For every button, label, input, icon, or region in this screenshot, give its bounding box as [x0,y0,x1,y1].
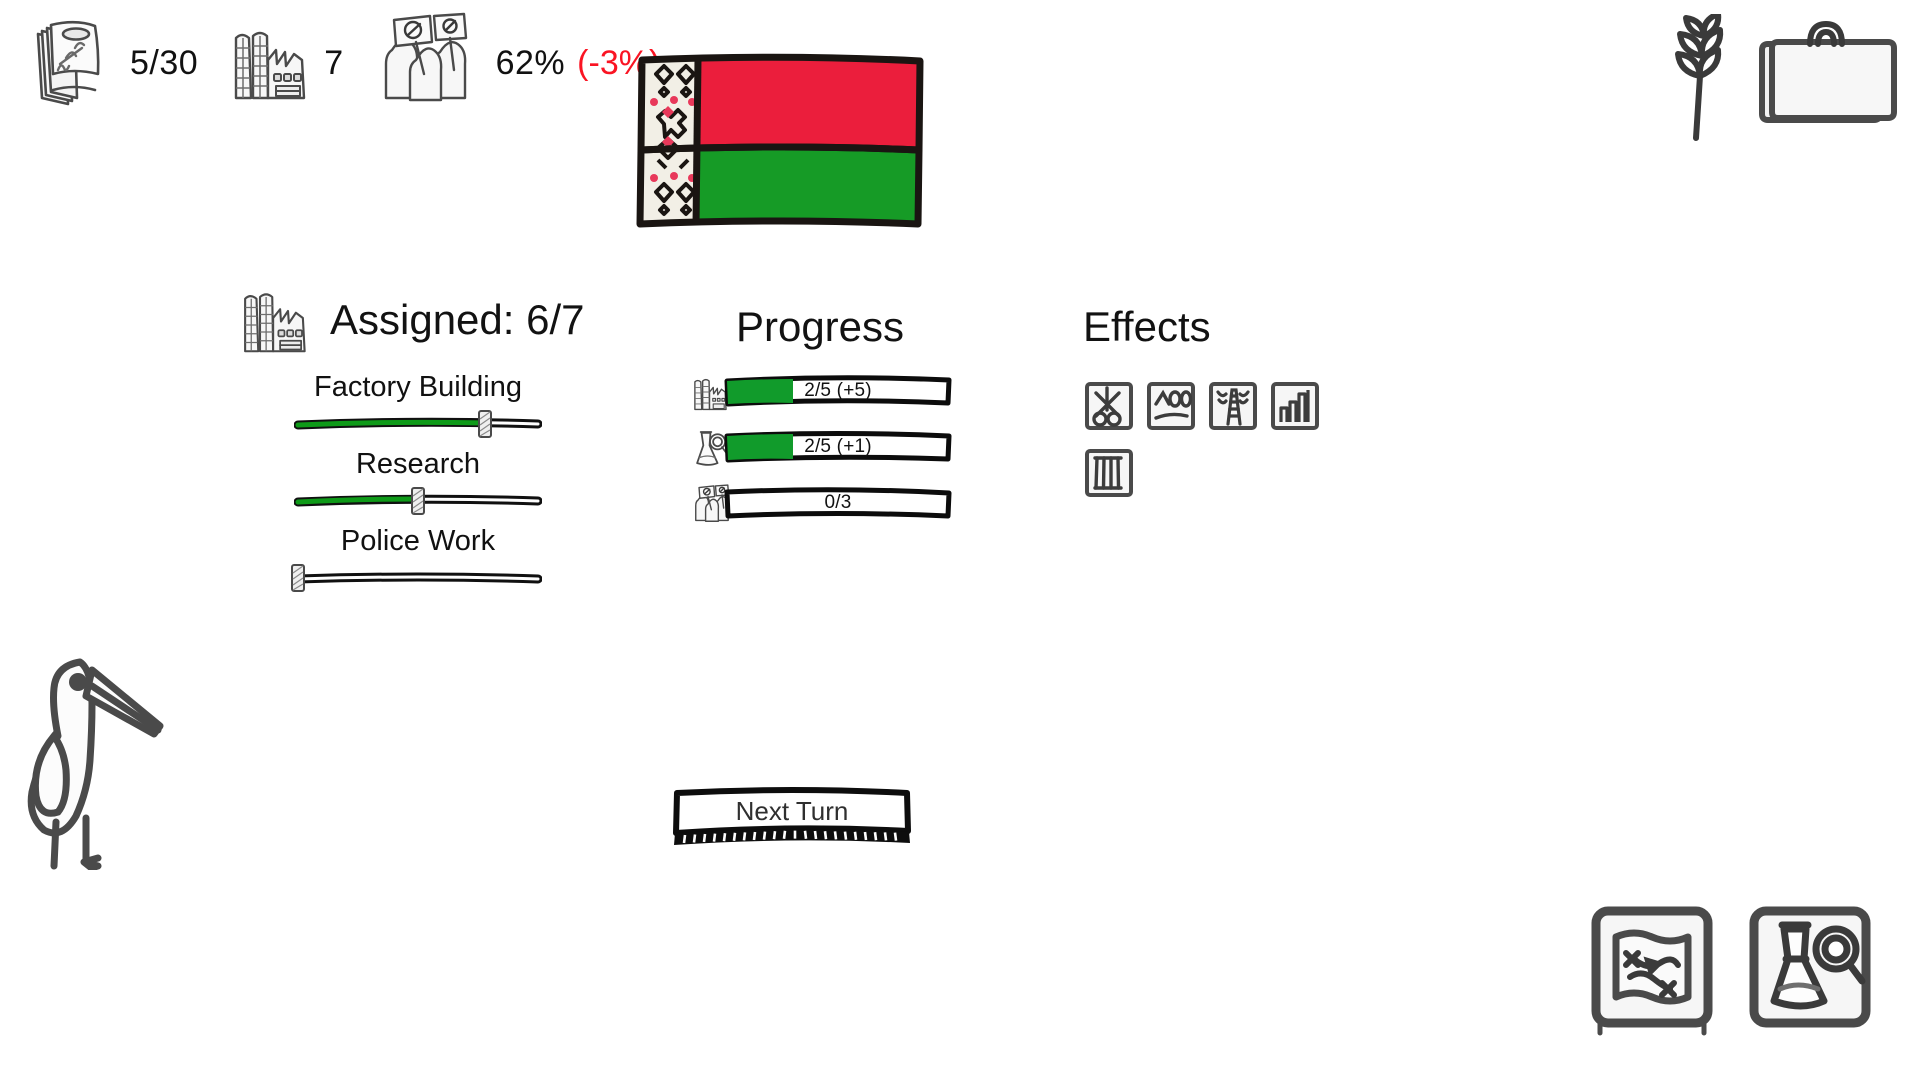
progress-row-factory[interactable]: 2/5 (+5) [690,370,952,414]
effects-panel: Effects [1083,306,1363,514]
slider-group-factory-building: Factory Building [228,370,608,439]
stork-illustration [18,640,198,875]
progress-value: 2/5 (+1) [804,436,872,457]
slider-thumb[interactable] [289,563,307,598]
effect-prison-icon[interactable] [1083,447,1135,504]
slider-label: Factory Building [314,371,522,403]
money-stack-icon [22,12,118,113]
effect-scissors-icon[interactable] [1083,380,1135,437]
factory-icon [226,12,312,113]
progress-row-research[interactable]: 2/5 (+1) [690,426,952,470]
wheat-icon[interactable] [1652,11,1742,149]
assigned-panel: Assigned: 6/7 Factory Building Research … [228,278,608,597]
progress-panel: Progress 2/5 (+5) 2/5 (+1) 0/3 [690,303,952,538]
research-icon[interactable] [1740,897,1880,1042]
progress-value: 2/5 (+5) [804,380,872,401]
progress-row-protest[interactable]: 0/3 [690,482,952,526]
slider-label: Police Work [340,525,496,557]
bottom-right-icon-group [1582,897,1880,1042]
game-screen: 5/30 7 62% (-3%) Assigned: 6/7 Factory B… [0,0,1920,1080]
resource-approval[interactable]: 62% (-3%) [372,12,660,113]
progress-value: 0/3 [824,492,852,513]
top-right-icon-group [1652,11,1898,149]
slider-research[interactable] [294,486,542,516]
protesters-icon [372,12,484,113]
resource-factories[interactable]: 7 [226,12,343,113]
assigned-title: Assigned: 6/7 [330,296,585,343]
approval-value: 62% [495,43,566,82]
effects-grid [1083,380,1351,514]
slider-group-research: Research [228,447,608,516]
slider-group-police-work: Police Work [228,524,608,593]
resource-bar: 5/30 7 62% (-3%) [22,12,660,113]
map-icon[interactable] [1582,897,1722,1042]
slider-thumb[interactable] [476,409,494,444]
slider-thumb[interactable] [409,486,427,521]
effect-tower-icon[interactable] [1207,380,1259,437]
effect-industry-icon[interactable] [1269,380,1321,437]
progress-title: Progress [735,303,905,350]
belarus-flag [636,52,926,237]
effect-hills-icon[interactable] [1145,380,1197,437]
resource-money[interactable]: 5/30 [22,12,198,113]
slider-police-work[interactable] [290,563,542,593]
next-turn-button[interactable]: Next Turn [667,785,917,849]
money-value: 5/30 [130,43,199,82]
slider-label: Research [355,448,481,480]
next-turn-label: Next Turn [735,795,849,826]
factories-value: 7 [324,43,344,82]
briefcase-icon[interactable] [1748,14,1898,139]
effects-title: Effects [1083,303,1211,350]
slider-factory-building[interactable] [294,409,542,439]
progress-rows: 2/5 (+5) 2/5 (+1) 0/3 [690,370,952,526]
factory-icon [228,276,320,365]
assigned-header: Assigned: 6/7 [228,278,608,362]
